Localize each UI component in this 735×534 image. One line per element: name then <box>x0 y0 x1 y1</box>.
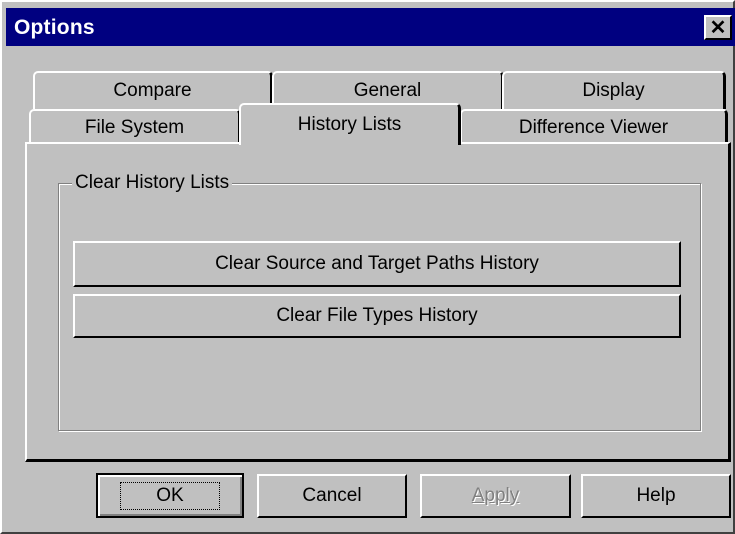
tab-label: Compare <box>113 80 192 101</box>
tab-label: Display <box>582 80 645 101</box>
tab-history-lists[interactable]: History Lists <box>239 103 461 145</box>
button-label: Clear File Types History <box>276 305 478 326</box>
groupbox-label: Clear History Lists <box>72 172 233 194</box>
button-label: Apply <box>471 485 520 506</box>
tab-label: File System <box>84 117 185 138</box>
button-label: OK <box>120 481 220 510</box>
button-label: Help <box>636 485 676 506</box>
close-icon: ✕ <box>709 16 727 39</box>
button-label: Cancel <box>302 485 362 506</box>
clear-file-types-history-button[interactable]: Clear File Types History <box>73 294 681 338</box>
apply-button[interactable]: Apply <box>420 474 571 518</box>
ok-button[interactable]: OK <box>96 473 244 518</box>
tab-compare[interactable]: Compare <box>33 71 273 109</box>
cancel-button[interactable]: Cancel <box>257 474 407 518</box>
tab-label: General <box>353 80 422 101</box>
button-label: Clear Source and Target Paths History <box>215 253 539 274</box>
tab-file-system[interactable]: File System <box>29 109 241 145</box>
help-button[interactable]: Help <box>581 474 731 518</box>
close-button[interactable]: ✕ <box>704 15 732 40</box>
options-dialog: Options ✕ Compare General Display File S… <box>0 0 735 534</box>
window-title: Options <box>14 16 95 39</box>
tab-display[interactable]: Display <box>502 71 726 109</box>
clear-paths-history-button[interactable]: Clear Source and Target Paths History <box>73 241 681 287</box>
tab-label: Difference Viewer <box>518 117 669 138</box>
tab-label: History Lists <box>297 114 402 135</box>
title-bar[interactable]: Options ✕ <box>6 8 735 46</box>
tab-difference-viewer[interactable]: Difference Viewer <box>460 109 728 145</box>
